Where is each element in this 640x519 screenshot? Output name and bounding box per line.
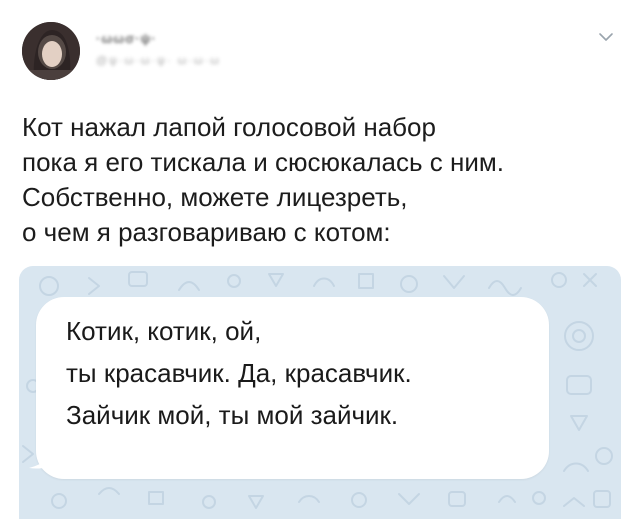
message-text: Котик, котик, ой, ты красавчик. Да, крас… — [66, 310, 412, 436]
author-handle[interactable]: @ψ·ω·ω·ψ· ω·ω·ω — [96, 55, 221, 67]
tweet-text: Кот нажал лапой голосовой набор пока я е… — [22, 110, 612, 250]
chevron-down-icon[interactable] — [597, 30, 615, 44]
message-bubble-tail — [29, 442, 67, 469]
tweet-media-image[interactable]: Котик, котик, ой, ты красавчик. Да, крас… — [19, 266, 621, 519]
tweet-text-line: о чем я разговариваю с котом: — [22, 217, 391, 247]
message-text-line: Зайчик мой, ты мой зайчик. — [66, 400, 399, 430]
tweet-text-line: Собственно, можете лицезреть, — [22, 182, 408, 212]
message-text-line: ты красавчик. Да, красавчик. — [66, 358, 412, 388]
avatar[interactable] — [22, 22, 80, 80]
tweet-card: ·ωωσ·ψ· @ψ·ω·ω·ψ· ω·ω·ω Кот нажал лапой … — [0, 0, 640, 519]
tweet-text-line: Кот нажал лапой голосовой набор — [22, 112, 436, 142]
author-name[interactable]: ·ωωσ·ψ· — [96, 31, 157, 46]
tweet-text-line: пока я его тискала и сюсюкалась с ним. — [22, 147, 504, 177]
message-text-line: Котик, котик, ой, — [66, 316, 262, 346]
